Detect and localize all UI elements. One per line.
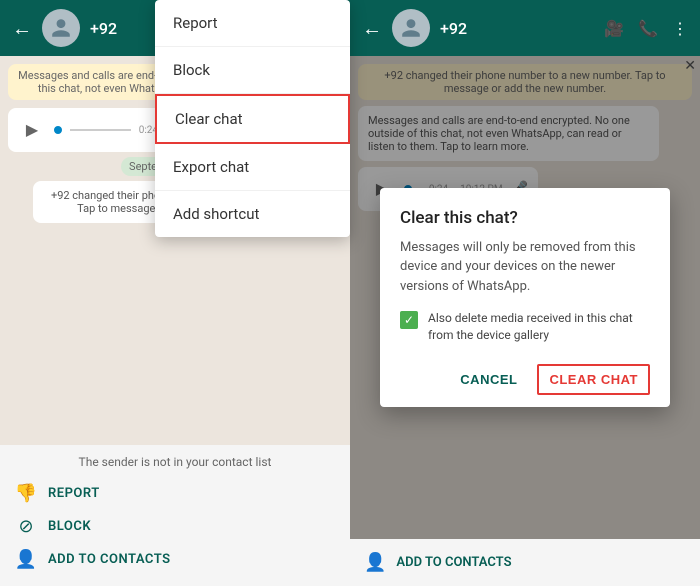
back-arrow-icon[interactable]: ←	[12, 16, 32, 41]
video-call-icon[interactable]: 🎥	[604, 19, 624, 38]
dialog-title: Clear this chat?	[400, 208, 650, 228]
dialog-buttons: CANCEL CLEAR CHAT	[400, 360, 650, 395]
left-panel: ← +92 Messages and calls are end-to-end …	[0, 0, 350, 586]
right-bottom-section: 👤 ADD TO CONTACTS	[350, 539, 700, 586]
menu-item-clear-chat[interactable]: Clear chat	[155, 94, 350, 144]
clear-chat-dialog: Clear this chat? Messages will only be r…	[380, 188, 670, 407]
block-label: BLOCK	[48, 519, 91, 534]
phone-call-icon[interactable]: 📞	[638, 19, 658, 38]
right-header: ← +92 🎥 📞 ⋮	[350, 0, 700, 56]
right-panel: ← +92 🎥 📞 ⋮ ✕ +92 changed their phone nu…	[350, 0, 700, 586]
audio-bubble-left[interactable]: ▶ 0:24	[8, 108, 168, 152]
more-options-icon[interactable]: ⋮	[672, 19, 688, 38]
avatar-right	[392, 9, 430, 47]
back-arrow-icon-right[interactable]: ←	[362, 16, 382, 41]
context-menu: Report Block Clear chat Export chat Add …	[155, 0, 350, 237]
add-contacts-label-right: ADD TO CONTACTS	[396, 555, 511, 570]
left-bottom-section: The sender is not in your contact list 👎…	[0, 445, 350, 586]
block-icon: ⊘	[14, 516, 38, 537]
header-icons: 🎥 📞 ⋮	[604, 19, 688, 38]
menu-item-export-chat[interactable]: Export chat	[155, 144, 350, 191]
report-label: REPORT	[48, 486, 100, 501]
dialog-checkbox-row: ✓ Also delete media received in this cha…	[400, 310, 650, 344]
menu-item-report[interactable]: Report	[155, 0, 350, 47]
add-contact-icon-right: 👤	[364, 552, 386, 573]
clear-chat-button[interactable]: CLEAR CHAT	[537, 364, 650, 395]
avatar	[42, 9, 80, 47]
dialog-overlay: Clear this chat? Messages will only be r…	[350, 56, 700, 539]
add-to-contacts-action-left[interactable]: 👤 ADD TO CONTACTS	[14, 543, 336, 576]
add-to-contacts-action-right[interactable]: 👤 ADD TO CONTACTS	[364, 547, 686, 578]
delete-media-checkbox[interactable]: ✓	[400, 311, 418, 329]
audio-waveform	[70, 129, 131, 131]
add-contacts-label-left: ADD TO CONTACTS	[48, 552, 171, 567]
right-chat-body: +92 changed their phone number to a new …	[350, 56, 700, 539]
play-button[interactable]: ▶	[18, 116, 46, 144]
block-action[interactable]: ⊘ BLOCK	[14, 510, 336, 543]
delete-media-label: Also delete media received in this chat …	[428, 310, 650, 344]
menu-item-block[interactable]: Block	[155, 47, 350, 94]
report-icon: 👎	[14, 483, 38, 504]
dialog-message: Messages will only be removed from this …	[400, 238, 650, 297]
menu-item-add-shortcut[interactable]: Add shortcut	[155, 191, 350, 237]
report-action[interactable]: 👎 REPORT	[14, 477, 336, 510]
cancel-button[interactable]: CANCEL	[448, 364, 529, 395]
not-in-contact-text: The sender is not in your contact list	[14, 455, 336, 469]
audio-dot	[54, 126, 62, 134]
contact-name-right[interactable]: +92	[440, 19, 594, 38]
add-contact-icon-left: 👤	[14, 549, 38, 570]
